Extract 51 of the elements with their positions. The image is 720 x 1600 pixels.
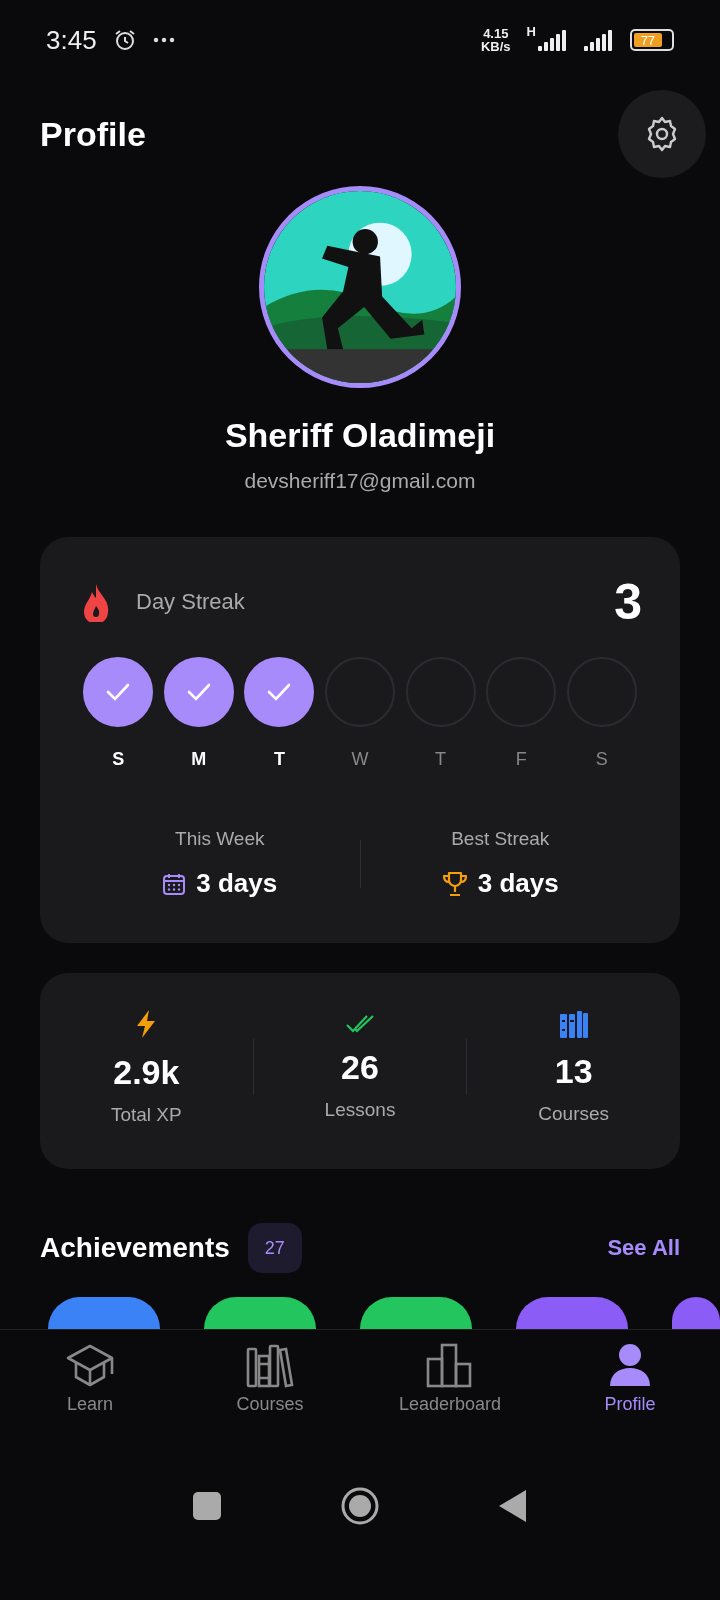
network-type: H [526,24,536,39]
clock-time: 3:45 [46,24,97,56]
stat-label: Courses [538,1102,610,1125]
home-icon[interactable] [340,1485,380,1526]
day-label: S [112,749,125,770]
section-title: Achievements [40,1232,230,1264]
stat-label: Lessons [324,1098,396,1121]
battery-level: 77 [634,33,662,47]
double-check-icon [345,1013,375,1034]
day-label: T [273,749,285,770]
summary-value: 3 days [477,868,559,899]
more-icon [152,37,175,43]
check-icon [185,682,212,702]
nav-tab[interactable]: Courses [180,1342,360,1441]
see-all-link[interactable]: See All [607,1235,680,1261]
summary-label: Best Streak [451,828,550,850]
streak-title: Day Streak [136,589,246,615]
books-icon [558,1009,589,1038]
nav-tab[interactable]: Profile [540,1342,720,1441]
streak-count: 3 [614,573,642,631]
nav-tab[interactable]: Leaderboard [360,1342,540,1441]
signal-icon [584,29,614,51]
stat-label: Total XP [110,1103,182,1126]
stat-value: 26 [341,1047,379,1087]
check-icon [266,682,293,702]
day-label: S [595,749,608,770]
graduation-cap-icon [64,1342,116,1388]
calendar-icon [162,871,187,896]
profile-name: Sheriff Oladimeji [223,416,497,455]
network-speed: 4.15 [483,27,509,40]
day-label: T [435,749,447,770]
stat-value: 2.9k [113,1052,180,1092]
stat-value: 13 [554,1051,593,1091]
summary-value: 3 days [196,868,278,899]
trophy-icon [441,870,468,897]
day-label: M [191,749,207,770]
back-icon[interactable] [498,1488,528,1523]
achievement-card[interactable] [672,1297,720,1329]
summary-label: This Week [175,828,265,850]
count-badge: 27 [247,1223,302,1273]
signal-icon [538,29,568,51]
person-icon [607,1342,653,1388]
network-speed-unit: KB/s [481,40,511,53]
page-title: Profile [40,114,146,154]
day-label: F [515,749,527,770]
nav-tab[interactable]: Learn [0,1342,180,1441]
profile-email: devsheriff17@gmail.com [243,469,477,493]
day-label: W [351,749,369,770]
books-icon [245,1342,295,1388]
check-icon [105,682,132,702]
recent-apps-icon[interactable] [192,1490,222,1521]
